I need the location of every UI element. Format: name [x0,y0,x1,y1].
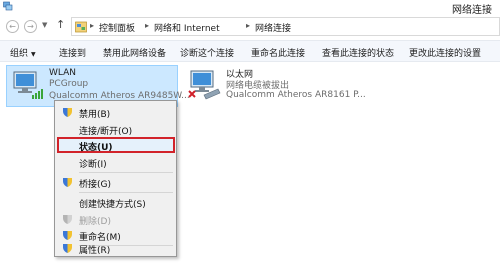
menu-item-delete: 删除(D) [57,211,175,228]
connection-network: PCGroup [49,79,89,89]
organize-label: 组织 [10,49,29,59]
menu-item-label: 连接/断开(O) [79,127,133,137]
shield-icon [63,244,72,253]
menu-item-label: 删除(D) [79,217,111,227]
menu-item-label: 状态(U) [79,143,113,153]
back-button[interactable]: ← [6,20,19,33]
menu-item-label: 创建快捷方式(S) [79,200,146,210]
menu-item-create-shortcut[interactable]: 创建快捷方式(S) [57,194,175,211]
shield-icon [63,215,72,224]
shield-icon [63,108,72,117]
breadcrumb-item-network-connections[interactable]: 网络连接 [255,21,291,34]
shield-icon [63,178,72,187]
connection-context-menu: 禁用(B) 连接/断开(O) 状态(U) 诊断(I) 桥接(G) 创建快捷方式(… [54,100,177,257]
breadcrumb-item-control-panel[interactable]: 控制面板 [99,21,135,34]
connection-name: WLAN [49,68,77,78]
menu-item-connect-disconnect[interactable]: 连接/断开(O) [57,121,175,138]
menu-item-status[interactable]: 状态(U) [57,137,175,153]
control-panel-icon [75,21,87,33]
disable-device-button[interactable]: 禁用此网络设备 [103,46,166,59]
view-status-button[interactable]: 查看此连接的状态 [322,46,394,59]
menu-item-bridge[interactable]: 桥接(G) [57,174,175,191]
menu-item-label: 属性(R) [79,246,111,256]
breadcrumb-separator-icon: ▸ [90,21,95,30]
wireless-adapter-icon [13,71,43,99]
connection-item-ethernet[interactable]: 以太网 网络电缆被拔出 Qualcomm Atheros AR8161 P... [184,65,366,107]
up-arrow-icon[interactable]: ↑ [56,18,65,31]
breadcrumb-item-network-internet[interactable]: 网络和 Internet [154,21,220,34]
breadcrumb-separator-icon: ▸ [145,21,150,30]
network-connections-app-icon [3,1,13,11]
menu-separator [79,192,173,193]
forward-button[interactable]: → [24,20,37,33]
menu-item-label: 诊断(I) [79,160,107,170]
menu-item-label: 禁用(B) [79,110,111,120]
connect-to-button[interactable]: 连接到 [59,46,86,59]
command-toolbar: 组织 ▼ 连接到 禁用此网络设备 诊断这个连接 重命名此连接 查看此连接的状态 更… [0,40,500,62]
breadcrumb-separator-icon: ▸ [246,21,251,30]
change-settings-button[interactable]: 更改此连接的设置 [409,46,481,59]
arrow-left-icon: ← [9,22,16,31]
address-bar[interactable]: ▸ 控制面板 ▸ 网络和 Internet ▸ 网络连接 [71,17,500,36]
menu-item-label: 桥接(G) [79,180,111,190]
menu-separator [79,172,173,173]
diagnose-connection-button[interactable]: 诊断这个连接 [180,46,234,59]
arrow-right-icon: → [27,22,34,31]
recent-locations-dropdown-icon[interactable]: ▼ [42,21,47,29]
connection-adapter: Qualcomm Atheros AR8161 P... [226,90,366,100]
ethernet-adapter-icon [188,70,221,100]
menu-item-properties[interactable]: 属性(R) [57,240,175,257]
title-bar: 网络连接 [0,0,500,16]
chevron-down-icon: ▼ [31,51,36,58]
menu-item-disable[interactable]: 禁用(B) [57,104,175,121]
menu-item-diagnose[interactable]: 诊断(I) [57,154,175,171]
rename-connection-button[interactable]: 重命名此连接 [251,46,305,59]
address-row: ← → ▼ ↑ ▸ 控制面板 ▸ 网络和 Internet ▸ 网络连接 [0,14,500,38]
organize-menu-button[interactable]: 组织 ▼ [10,46,36,59]
